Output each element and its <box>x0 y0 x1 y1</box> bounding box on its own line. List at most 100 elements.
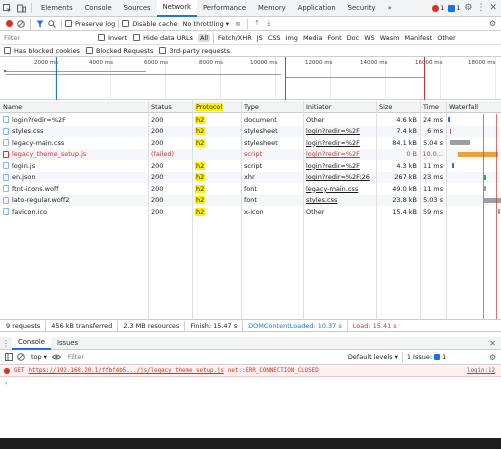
disable-cache-checkbox[interactable]: Disable cache <box>122 20 178 28</box>
record-icon[interactable] <box>3 20 15 27</box>
filter-type-js[interactable]: JS <box>255 34 265 42</box>
column-header-type[interactable]: Type <box>241 101 303 112</box>
error-url-link[interactable]: https://192.168.20.1/ffbf4b5.../js/legac… <box>28 368 223 374</box>
settings-gear-icon[interactable]: ⚙ <box>464 3 472 13</box>
invert-checkbox[interactable]: Invert <box>98 34 127 42</box>
import-har-icon[interactable]: ⤒ <box>251 19 263 28</box>
table-row[interactable]: lato-regular.woff2 200 h2 font styles.css 23.… <box>0 194 501 206</box>
column-header-time[interactable]: Time <box>420 101 446 112</box>
overview-bar <box>285 77 425 78</box>
blocked-requests-checkbox[interactable]: Blocked Requests <box>86 47 153 55</box>
table-row[interactable]: en.json 200 h2 xhr login?redir=%2F:26 267 kB 2… <box>0 171 501 183</box>
column-header-status[interactable]: Status <box>148 101 192 112</box>
table-row[interactable]: legacy_theme_setup.js (failed) script login… <box>0 148 501 160</box>
table-row[interactable]: styles.css 200 h2 stylesheet login?redir=%2F… <box>0 125 501 137</box>
third-party-requests-checkbox[interactable]: 3rd-party requests <box>159 47 230 55</box>
column-header-initiator[interactable]: Initiator <box>303 101 376 112</box>
filter-icon[interactable] <box>34 20 46 28</box>
file-icon <box>3 196 9 204</box>
more-options-icon[interactable]: ⋮ <box>476 3 485 13</box>
error-source-link[interactable]: login:12 <box>467 368 495 374</box>
context-selector[interactable]: top ▾ <box>31 353 47 361</box>
clear-console-icon[interactable] <box>15 353 27 361</box>
request-initiator-text[interactable]: login?redir=%2F:26 <box>306 173 370 181</box>
request-protocol: h2 <box>192 172 241 183</box>
filter-type-manifest[interactable]: Manifest <box>402 34 434 42</box>
filter-type-ws[interactable]: WS <box>362 34 377 42</box>
request-initiator-text[interactable]: styles.css <box>306 196 337 204</box>
request-status: 200 <box>148 195 192 206</box>
request-initiator-text[interactable]: login?redir=%2F <box>306 162 360 170</box>
request-initiator-text[interactable]: login?redir=%2F <box>306 139 360 147</box>
filter-type-fetch-xhr[interactable]: Fetch/XHR <box>216 34 254 42</box>
filter-type-doc[interactable]: Doc <box>345 34 362 42</box>
filter-type-css[interactable]: CSS <box>266 34 283 42</box>
table-row[interactable]: ftnt-icons.woff 200 h2 font legacy-main.css 4… <box>0 183 501 194</box>
filter-type-font[interactable]: Font <box>325 34 343 42</box>
request-initiator-text[interactable]: login?redir=%2F <box>306 127 360 135</box>
issues-counter[interactable]: 1 Issue: 1 <box>407 353 446 361</box>
live-expression-eye-icon[interactable] <box>50 354 64 360</box>
column-header-size[interactable]: Size <box>376 101 420 112</box>
request-protocol-text: h2 <box>195 173 206 181</box>
tab-security[interactable]: Security <box>342 0 382 17</box>
filter-type-other[interactable]: Other <box>435 34 457 42</box>
request-name: legacy_theme_setup.js <box>0 149 148 160</box>
issue-count-badge[interactable]: 1 <box>448 4 460 12</box>
hide-data-urls-checkbox[interactable]: Hide data URLs <box>133 34 193 42</box>
console-error-message[interactable]: GET https://192.168.20.1/ffbf4b5.../js/l… <box>0 366 501 377</box>
device-toolbar-icon[interactable] <box>14 0 28 17</box>
column-header-name[interactable]: Name <box>0 101 148 112</box>
drawer-menu-icon[interactable]: ⋮ <box>0 339 12 348</box>
filter-input[interactable] <box>4 32 96 43</box>
request-name: legacy-main.css <box>0 137 148 148</box>
request-initiator-text: Other <box>306 115 325 124</box>
filter-type-all[interactable]: All <box>197 33 211 42</box>
table-row[interactable]: legacy-main.css 200 h2 stylesheet login?redi… <box>0 137 501 148</box>
console-settings-gear-icon[interactable]: ⚙ <box>489 353 496 362</box>
request-initiator-text[interactable]: login?redir=%2F <box>306 150 360 158</box>
tab-performance[interactable]: Performance <box>197 0 252 17</box>
show-sidebar-icon[interactable] <box>3 353 15 361</box>
table-row[interactable]: favicon.ico 200 h2 x-icon Other 15.4 kB 59 ms <box>0 206 501 217</box>
preserve-log-checkbox[interactable]: Preserve log <box>65 20 115 28</box>
tab-application[interactable]: Application <box>292 0 342 17</box>
table-row[interactable]: login.js 200 h2 script login?redir=%2F 4.3 kB… <box>0 160 501 171</box>
filter-type-media[interactable]: Media <box>301 34 325 42</box>
console-filter-input[interactable] <box>67 352 348 362</box>
log-levels-select[interactable]: Default levels ▾ <box>348 353 398 361</box>
request-protocol-text: h2 <box>195 115 206 124</box>
drawer-tab-issues[interactable]: Issues <box>51 337 84 350</box>
clear-icon[interactable] <box>15 19 27 28</box>
close-drawer-icon[interactable]: ✕ <box>489 339 496 348</box>
more-tabs-button[interactable]: » <box>382 0 398 17</box>
table-row[interactable]: login?redir=%2F 200 h2 document Other 4.6 kB 2… <box>0 114 501 125</box>
request-initiator-text[interactable]: legacy-main.css <box>306 185 358 193</box>
search-icon[interactable] <box>46 19 58 28</box>
close-devtools-icon[interactable]: ✕ <box>489 3 497 13</box>
drawer-tab-console[interactable]: Console <box>12 336 51 350</box>
tab-memory[interactable]: Memory <box>252 0 292 17</box>
tab-elements[interactable]: Elements <box>35 0 79 17</box>
has-blocked-cookies-checkbox[interactable]: Has blocked cookies <box>4 47 80 55</box>
network-overview-timeline[interactable]: 2000 ms 4000 ms 6000 ms 8000 ms 10000 ms… <box>0 57 501 100</box>
request-name-text: legacy-main.css <box>12 138 65 147</box>
request-type-text: document <box>244 115 277 124</box>
filter-type-wasm[interactable]: Wasm <box>378 34 402 42</box>
inspect-element-icon[interactable] <box>0 0 14 17</box>
network-settings-gear-icon[interactable]: ⚙ <box>489 19 496 28</box>
console-prompt[interactable]: › <box>0 378 501 388</box>
export-har-icon[interactable]: ⤓ <box>263 19 275 28</box>
request-size-text: 267 kB <box>394 173 417 181</box>
tab-console[interactable]: Console <box>79 0 118 17</box>
request-protocol-text: h2 <box>195 196 206 204</box>
error-count-badge[interactable]: 1 <box>432 4 444 12</box>
filter-type-img[interactable]: Img <box>284 34 300 42</box>
throttling-select[interactable]: No throttling ▾ <box>183 20 229 28</box>
tab-sources[interactable]: Sources <box>118 0 157 17</box>
column-header-protocol[interactable]: Protocol <box>192 101 241 112</box>
tab-network[interactable]: Network <box>156 0 197 17</box>
request-size-text: 0 B <box>406 150 417 158</box>
network-conditions-icon[interactable]: ≋ <box>232 20 244 28</box>
column-header-waterfall[interactable]: Waterfall <box>446 101 501 112</box>
